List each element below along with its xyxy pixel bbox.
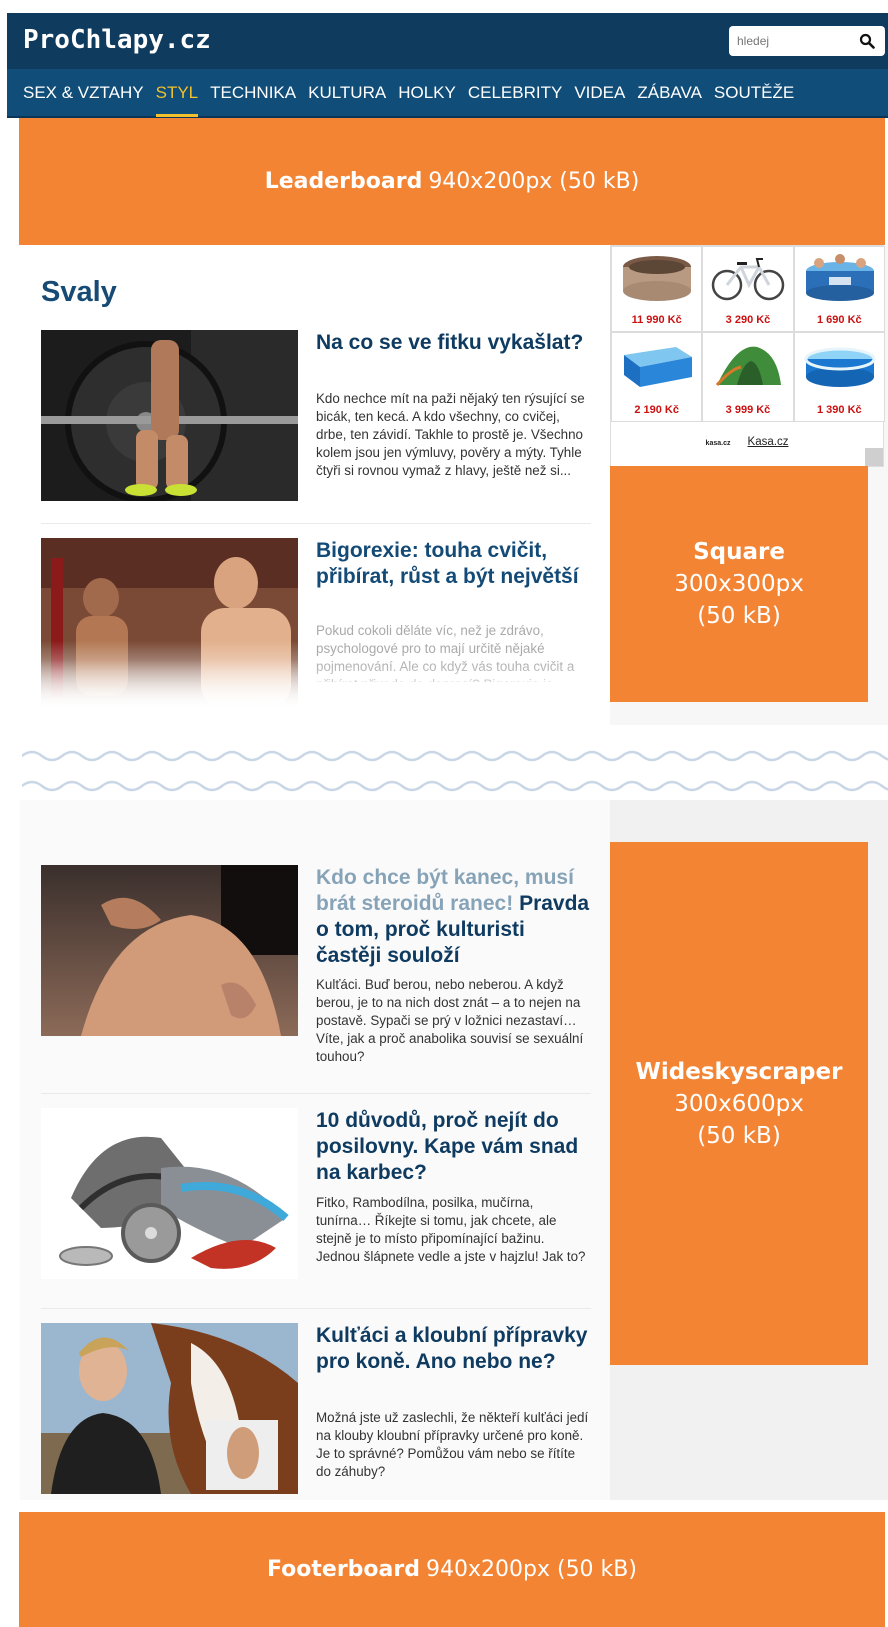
wideskyscraper-ad-name: Wideskyscraper <box>635 1058 843 1085</box>
wideskyscraper-ad[interactable]: Wideskyscraper 300x600px (50 kB) <box>610 842 868 1365</box>
square-ad-size-2: (50 kB) <box>697 603 781 629</box>
footerboard-ad[interactable]: Footerboard 940x200px (50 kB) <box>19 1512 885 1627</box>
article-perex: Možná jste už zaslechli, že někteří kulť… <box>316 1410 589 1479</box>
hot-tub-icon <box>623 256 691 301</box>
article-headline[interactable]: 10 důvodů, proč nejít do posilovny. Kape… <box>316 1108 596 1186</box>
tent-icon <box>716 346 782 386</box>
article-perex: Kdo nechce mít na paži nějaký ten rýsují… <box>316 391 585 478</box>
wideskyscraper-ad-size-2: (50 kB) <box>697 1122 781 1149</box>
kasa-product[interactable]: 3 999 Kč <box>702 332 794 422</box>
nav-item-sex-vztahy[interactable]: SEX & VZTAHY <box>23 69 144 116</box>
search-box <box>729 26 885 56</box>
kasa-product-price: 1 390 Kč <box>817 404 862 416</box>
article-item[interactable]: 10 důvodů, proč nejít do posilovny. Kape… <box>41 1108 591 1309</box>
article-item[interactable]: Kdo chce být kanec, musí brát steroidů r… <box>41 865 591 1095</box>
article-headline[interactable]: Kulťáci a kloubní přípravky pro koně. An… <box>316 1323 596 1375</box>
top-header: ProChlapy.cz <box>7 13 888 69</box>
article-perex: Fitko, Rambodílna, posilka, mučírna, tun… <box>316 1195 586 1264</box>
pool-icon <box>805 254 874 301</box>
square-ad-size-1: 300x300px <box>674 571 804 597</box>
article-thumbnail[interactable] <box>41 1108 298 1279</box>
leaderboard-ad[interactable]: Leaderboard 940x200px (50 kB) <box>19 118 885 245</box>
footerboard-ad-size: 940x200px (50 kB) <box>426 1557 637 1582</box>
article-thumbnail[interactable] <box>41 1323 298 1494</box>
article-perex: Kulťáci. Buď berou, nebo neberou. A když… <box>316 977 584 1064</box>
kasa-product-price: 3 290 Kč <box>725 314 771 326</box>
kasa-brand: kasa.cz Kasa.cz <box>611 436 883 448</box>
article-item[interactable]: Kulťáci a kloubní přípravky pro koně. An… <box>41 1323 591 1498</box>
inflatable-pool-icon <box>804 347 876 387</box>
leaderboard-ad-name: Leaderboard <box>264 169 423 194</box>
nav-item-kultura[interactable]: KULTURA <box>308 69 386 116</box>
widget-info-icon[interactable] <box>865 448 883 466</box>
main-nav: SEX & VZTAHY STYL TECHNIKA KULTURA HOLKY… <box>7 69 888 118</box>
square-ad-name: Square <box>693 539 785 565</box>
site-logo[interactable]: ProChlapy.cz <box>23 25 211 55</box>
footerboard-ad-name: Footerboard <box>267 1557 420 1582</box>
wideskyscraper-ad-size-1: 300x600px <box>674 1090 804 1117</box>
kasa-product[interactable]: 11 990 Kč <box>611 246 703 332</box>
article-thumbnail[interactable] <box>41 865 298 1036</box>
article-divider <box>41 523 591 524</box>
nav-item-zabava[interactable]: ZÁBAVA <box>637 69 702 116</box>
article-divider <box>41 1093 591 1094</box>
article-headline[interactable]: Kdo chce být kanec, musí brát steroidů r… <box>316 865 596 969</box>
wave-line <box>22 750 888 762</box>
nav-item-technika[interactable]: TECHNIKA <box>210 69 296 116</box>
kasa-product[interactable]: 3 290 Kč <box>702 246 794 332</box>
article-headline[interactable]: Na co se ve fitku vykašlat? <box>316 330 596 356</box>
frame-pool-icon <box>624 347 692 387</box>
article-divider <box>41 1308 591 1309</box>
kasa-product-price: 3 999 Kč <box>725 404 771 416</box>
leaderboard-ad-size: 940x200px (50 kB) <box>428 169 640 194</box>
kasa-product-price: 1 690 Kč <box>817 314 862 326</box>
nav-item-celebrity[interactable]: CELEBRITY <box>468 69 562 116</box>
page: ProChlapy.cz SEX & VZTAHY STYL TECHNIKA … <box>0 0 888 1627</box>
kasa-product[interactable]: 1 690 Kč <box>793 246 885 332</box>
kasa-link[interactable]: Kasa.cz <box>748 436 789 448</box>
search-input[interactable] <box>729 26 849 56</box>
kasa-product-widget: 11 990 Kč 3 290 Kč 1 690 Kč 2 190 Kč 3 9… <box>610 245 885 467</box>
article-headline[interactable]: Bigorexie: touha cvičit, přibírat, růst … <box>316 538 596 590</box>
wave-line <box>22 780 888 792</box>
nav-item-souteze[interactable]: SOUTĚŽE <box>714 69 794 116</box>
section-title: Svaly <box>41 276 117 308</box>
kasa-mini-logo[interactable]: kasa.cz <box>706 440 731 447</box>
bicycle-icon <box>712 258 785 301</box>
search-icon[interactable] <box>859 33 875 49</box>
nav-item-styl[interactable]: STYL <box>155 69 198 117</box>
nav-item-videa[interactable]: VIDEA <box>574 69 625 116</box>
article-thumbnail[interactable] <box>41 330 298 501</box>
kasa-product-price: 11 990 Kč <box>631 314 682 326</box>
nav-item-holky[interactable]: HOLKY <box>398 69 456 116</box>
article-item[interactable]: Na co se ve fitku vykašlat? Kdo nechce m… <box>41 330 591 524</box>
kasa-product-price: 2 190 Kč <box>634 404 679 416</box>
fade-overlay <box>20 660 610 726</box>
square-ad[interactable]: Square 300x300px (50 kB) <box>610 466 868 702</box>
kasa-product[interactable]: 2 190 Kč <box>611 332 703 422</box>
kasa-product[interactable]: 1 390 Kč <box>793 332 885 422</box>
wave-separator <box>22 750 888 792</box>
